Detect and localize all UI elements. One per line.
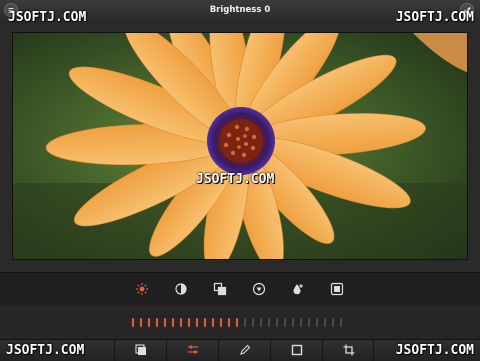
slider-tick	[140, 318, 142, 327]
draw-tool-button[interactable]	[218, 340, 270, 361]
triangle-circle-icon	[252, 282, 266, 296]
adjust-tool-button[interactable]	[166, 340, 218, 361]
watermark-text: JSOFTJ.COM	[8, 10, 87, 25]
pencil-icon	[240, 344, 251, 355]
slider-tick	[220, 318, 222, 327]
exposure-filter-button[interactable]	[290, 281, 306, 297]
canvas-area	[0, 20, 480, 272]
contrast-icon	[175, 283, 187, 295]
slider-tick	[292, 318, 294, 327]
slider-tick	[276, 318, 278, 327]
contrast-filter-button[interactable]	[173, 281, 189, 297]
slider-tick	[188, 318, 190, 327]
slider-tick	[148, 318, 150, 327]
slider-tick	[252, 318, 254, 327]
vignette-icon	[330, 282, 344, 296]
slider-tick	[164, 318, 166, 327]
slider-tick	[340, 318, 342, 327]
slider-tick	[172, 318, 174, 327]
overlap-squares-icon	[213, 282, 227, 296]
frame-tool-button[interactable]	[270, 340, 322, 361]
slider-tick	[300, 318, 302, 327]
saturation-filter-button[interactable]	[212, 281, 228, 297]
slider-tick	[196, 318, 198, 327]
adjustment-slider[interactable]	[0, 305, 480, 339]
watermark-text: JSOFTJ.COM	[196, 172, 275, 187]
slider-tick	[316, 318, 318, 327]
watermark-text: JSOFTJ.COM	[6, 343, 85, 358]
slider-tick	[204, 318, 206, 327]
frame-icon	[291, 344, 303, 356]
crop-icon	[343, 344, 355, 356]
crop-tool-button[interactable]	[322, 340, 374, 361]
slider-tick	[284, 318, 286, 327]
brightness-filter-button[interactable]	[134, 281, 150, 297]
sun-icon	[136, 283, 148, 295]
watermark-text: JSOFTJ.COM	[395, 343, 474, 358]
slider-tick	[236, 318, 238, 327]
flower-image	[13, 33, 467, 259]
watermark-text: JSOFTJ.COM	[395, 10, 474, 25]
photo-canvas[interactable]	[12, 32, 468, 260]
slider-tick	[132, 318, 134, 327]
slider-tick	[268, 318, 270, 327]
sliders-icon	[188, 345, 198, 354]
effects-tool-button[interactable]	[114, 340, 166, 361]
slider-tick	[180, 318, 182, 327]
slider-track[interactable]	[132, 318, 352, 328]
slider-tick	[308, 318, 310, 327]
slider-tick	[324, 318, 326, 327]
slider-tick	[260, 318, 262, 327]
slider-tick	[244, 318, 246, 327]
slider-tick	[228, 318, 230, 327]
adjustment-filter-bar	[0, 272, 480, 306]
warmth-filter-button[interactable]	[251, 281, 267, 297]
slider-tick	[156, 318, 158, 327]
slider-tick	[212, 318, 214, 327]
vignette-filter-button[interactable]	[329, 281, 345, 297]
slider-tick	[332, 318, 334, 327]
photo-stack-icon	[135, 344, 146, 355]
drop-plus-icon	[293, 284, 303, 295]
